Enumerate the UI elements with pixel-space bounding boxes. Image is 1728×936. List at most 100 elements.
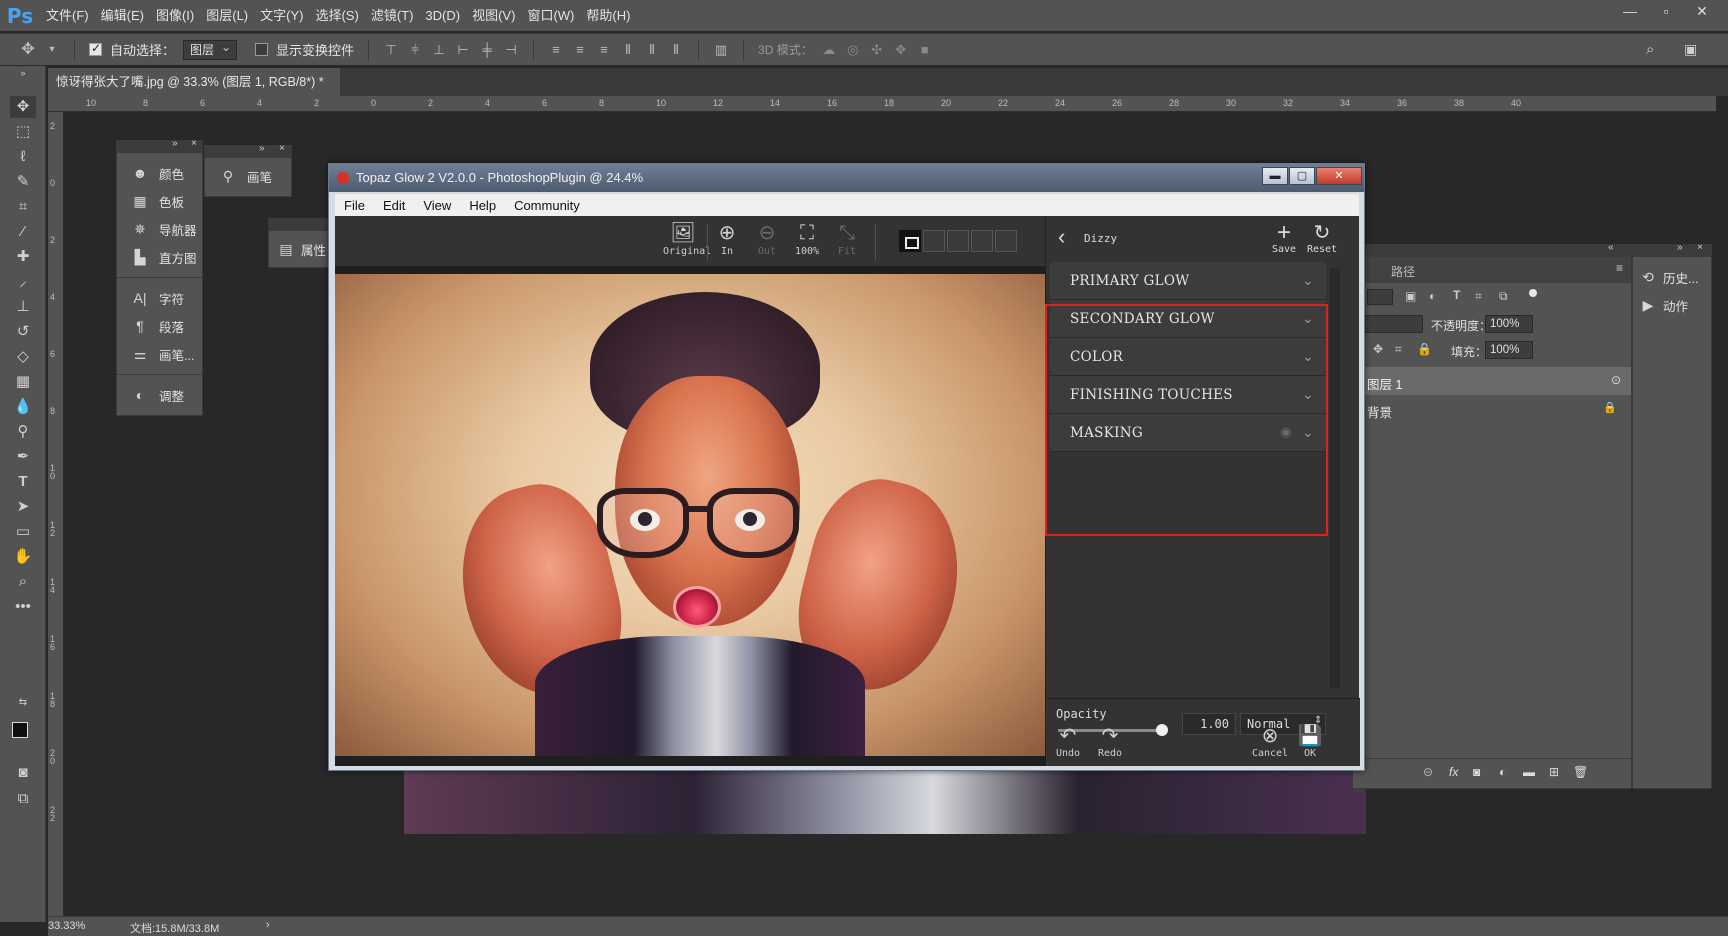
gradient-tool-icon[interactable]: ▦ (10, 371, 36, 393)
menu-select[interactable]: 选择(S) (309, 0, 364, 31)
save-preset-button[interactable]: + Save (1266, 221, 1302, 256)
section-primary-glow[interactable]: PRIMARY GLOW ⌄ (1050, 262, 1326, 300)
zoom-level[interactable]: 33.33% (48, 920, 104, 932)
pen-tool-icon[interactable]: ✒ (10, 446, 36, 468)
split-horizontal-button[interactable] (947, 230, 969, 252)
panel-item-adjustments[interactable]: ◐ 调整 (117, 381, 202, 409)
panel-item-brush-settings[interactable]: ⚌ 画笔... (117, 340, 202, 368)
crop-tool-icon[interactable]: ⌗ (10, 196, 36, 218)
new-layer-icon[interactable]: ⊞ (1549, 765, 1559, 779)
close-icon[interactable]: × (1697, 242, 1703, 253)
zoom-out-button[interactable]: ⊖ Out (747, 222, 787, 257)
sidebar-scrollbar[interactable] (1330, 268, 1340, 688)
stacked-view-button[interactable] (995, 230, 1017, 252)
back-icon[interactable]: ‹ (1058, 226, 1065, 248)
distribute-top-icon[interactable]: ≡ (548, 42, 564, 58)
menu-view[interactable]: 视图(V) (466, 0, 521, 31)
opacity-slider-handle[interactable] (1156, 724, 1168, 736)
side-by-side-button[interactable] (971, 230, 993, 252)
pan-3d-icon[interactable]: ✣ (869, 42, 885, 58)
filter-image-icon[interactable]: ▣ (1405, 289, 1416, 303)
opacity-input[interactable]: 100% (1485, 315, 1533, 333)
hand-tool-icon[interactable]: ✋ (10, 546, 36, 568)
menu-3d[interactable]: 3D(D) (419, 0, 466, 31)
menu-window[interactable]: 窗口(W) (521, 0, 580, 31)
topaz-title-bar[interactable]: Topaz Glow 2 V2.0.0 - PhotoshopPlugin @ … (329, 164, 1364, 192)
menu-view[interactable]: View (414, 198, 460, 213)
menu-layer[interactable]: 图层(L) (200, 0, 254, 31)
filter-toggle-icon[interactable] (1529, 289, 1537, 297)
history-brush-tool-icon[interactable]: ↺ (10, 321, 36, 343)
roll-3d-icon[interactable]: ◎ (845, 42, 861, 58)
original-button[interactable]: 🖼 Original (663, 222, 711, 257)
maximize-icon[interactable]: ▢ (1289, 167, 1315, 185)
close-icon[interactable]: ✕ (1316, 167, 1362, 185)
align-top-icon[interactable]: ⊤ (383, 42, 399, 58)
panel-item-swatches[interactable]: ▦ 色板 (117, 187, 202, 215)
panel-item-actions[interactable]: ▶ 动作 (1633, 291, 1711, 319)
panel-item-color[interactable]: ☻ 颜色 (117, 159, 202, 187)
panel-menu-icon[interactable]: ≡ (1616, 261, 1623, 275)
fit-button[interactable]: ⤡ Fit (827, 222, 867, 257)
zoom-in-button[interactable]: ⊕ In (707, 222, 747, 257)
menu-filter[interactable]: 滤镜(T) (365, 0, 420, 31)
opacity-value-input[interactable]: 1.00 (1182, 713, 1236, 735)
distribute-left-icon[interactable]: ⦀ (620, 42, 636, 58)
align-left-icon[interactable]: ⊢ (455, 42, 471, 58)
align-right-icon[interactable]: ⊣ (503, 42, 519, 58)
blur-tool-icon[interactable]: 💧 (10, 396, 36, 418)
type-tool-icon[interactable]: T (10, 471, 36, 493)
maximize-icon[interactable]: ▫ (1648, 0, 1684, 24)
auto-align-icon[interactable]: ▥ (713, 42, 729, 58)
layer-effects-icon[interactable]: ⊙ (1611, 373, 1621, 387)
link-layers-icon[interactable]: ⊝ (1423, 765, 1433, 779)
workspace-icon[interactable]: ▣ (1684, 41, 1697, 58)
new-group-icon[interactable]: ▬ (1523, 765, 1535, 779)
single-view-button[interactable] (899, 230, 921, 252)
menu-help[interactable]: Help (460, 198, 505, 213)
close-icon[interactable]: × (279, 143, 285, 154)
scale-3d-icon[interactable]: ■ (917, 42, 933, 58)
brush-tool-icon[interactable]: ⸝ (10, 271, 36, 293)
eyedropper-tool-icon[interactable]: ⁄ (10, 221, 36, 243)
menu-file[interactable]: File (335, 198, 374, 213)
tab-paths[interactable]: 路径 (1391, 263, 1415, 280)
layer-row[interactable]: 图层 1 ⊙ (1353, 367, 1631, 395)
minimize-icon[interactable]: — (1612, 0, 1648, 24)
search-icon[interactable]: ⌕ (1646, 41, 1654, 58)
distribute-hcenter-icon[interactable]: ⦀ (644, 42, 660, 58)
menu-help[interactable]: 帮助(H) (580, 0, 636, 31)
panel-item-properties[interactable]: ▤ 属性 (269, 235, 329, 263)
menu-community[interactable]: Community (505, 198, 589, 213)
distribute-bottom-icon[interactable]: ≡ (596, 42, 612, 58)
orbit-3d-icon[interactable]: ☁ (821, 42, 837, 58)
quick-select-tool-icon[interactable]: ✎ (10, 171, 36, 193)
collapse-icon[interactable]: » (10, 68, 36, 78)
collapse-icon[interactable]: » (172, 138, 178, 149)
auto-select-checkbox[interactable] (89, 41, 102, 56)
status-menu-arrow[interactable]: › (266, 919, 270, 931)
align-hcenter-icon[interactable]: ╪ (479, 42, 495, 58)
preview-image[interactable] (335, 266, 1045, 766)
close-icon[interactable]: ✕ (1684, 0, 1720, 24)
filter-adjustment-icon[interactable]: ◐ (1429, 289, 1436, 303)
move-tool-icon[interactable]: ✥ (10, 96, 36, 118)
slide-3d-icon[interactable]: ✥ (893, 42, 909, 58)
lock-position-icon[interactable]: ✥ (1373, 342, 1383, 356)
swap-colors-icon[interactable]: ⇆ (10, 696, 36, 710)
filter-smart-object-icon[interactable]: ⧉ (1499, 289, 1508, 304)
panel-item-paragraph[interactable]: ¶ 段落 (117, 312, 202, 340)
redo-button[interactable]: ↷ Redo (1092, 724, 1128, 759)
distribute-vcenter-icon[interactable]: ≡ (572, 42, 588, 58)
healing-tool-icon[interactable]: ✚ (10, 246, 36, 268)
more-tools-icon[interactable]: ••• (10, 596, 36, 618)
panel-item-navigator[interactable]: ✵ 导航器 (117, 215, 202, 243)
filter-type-icon[interactable]: T (1453, 288, 1460, 302)
quick-mask-icon[interactable]: ◙ (10, 762, 36, 784)
stamp-tool-icon[interactable]: ⊥ (10, 296, 36, 318)
foreground-color-swatch[interactable] (12, 722, 28, 738)
fill-input[interactable]: 100% (1485, 341, 1533, 359)
panel-item-history[interactable]: ⟲ 历史... (1633, 263, 1711, 291)
menu-edit[interactable]: 编辑(E) (95, 0, 150, 31)
collapse-icon[interactable]: « (1608, 242, 1614, 253)
